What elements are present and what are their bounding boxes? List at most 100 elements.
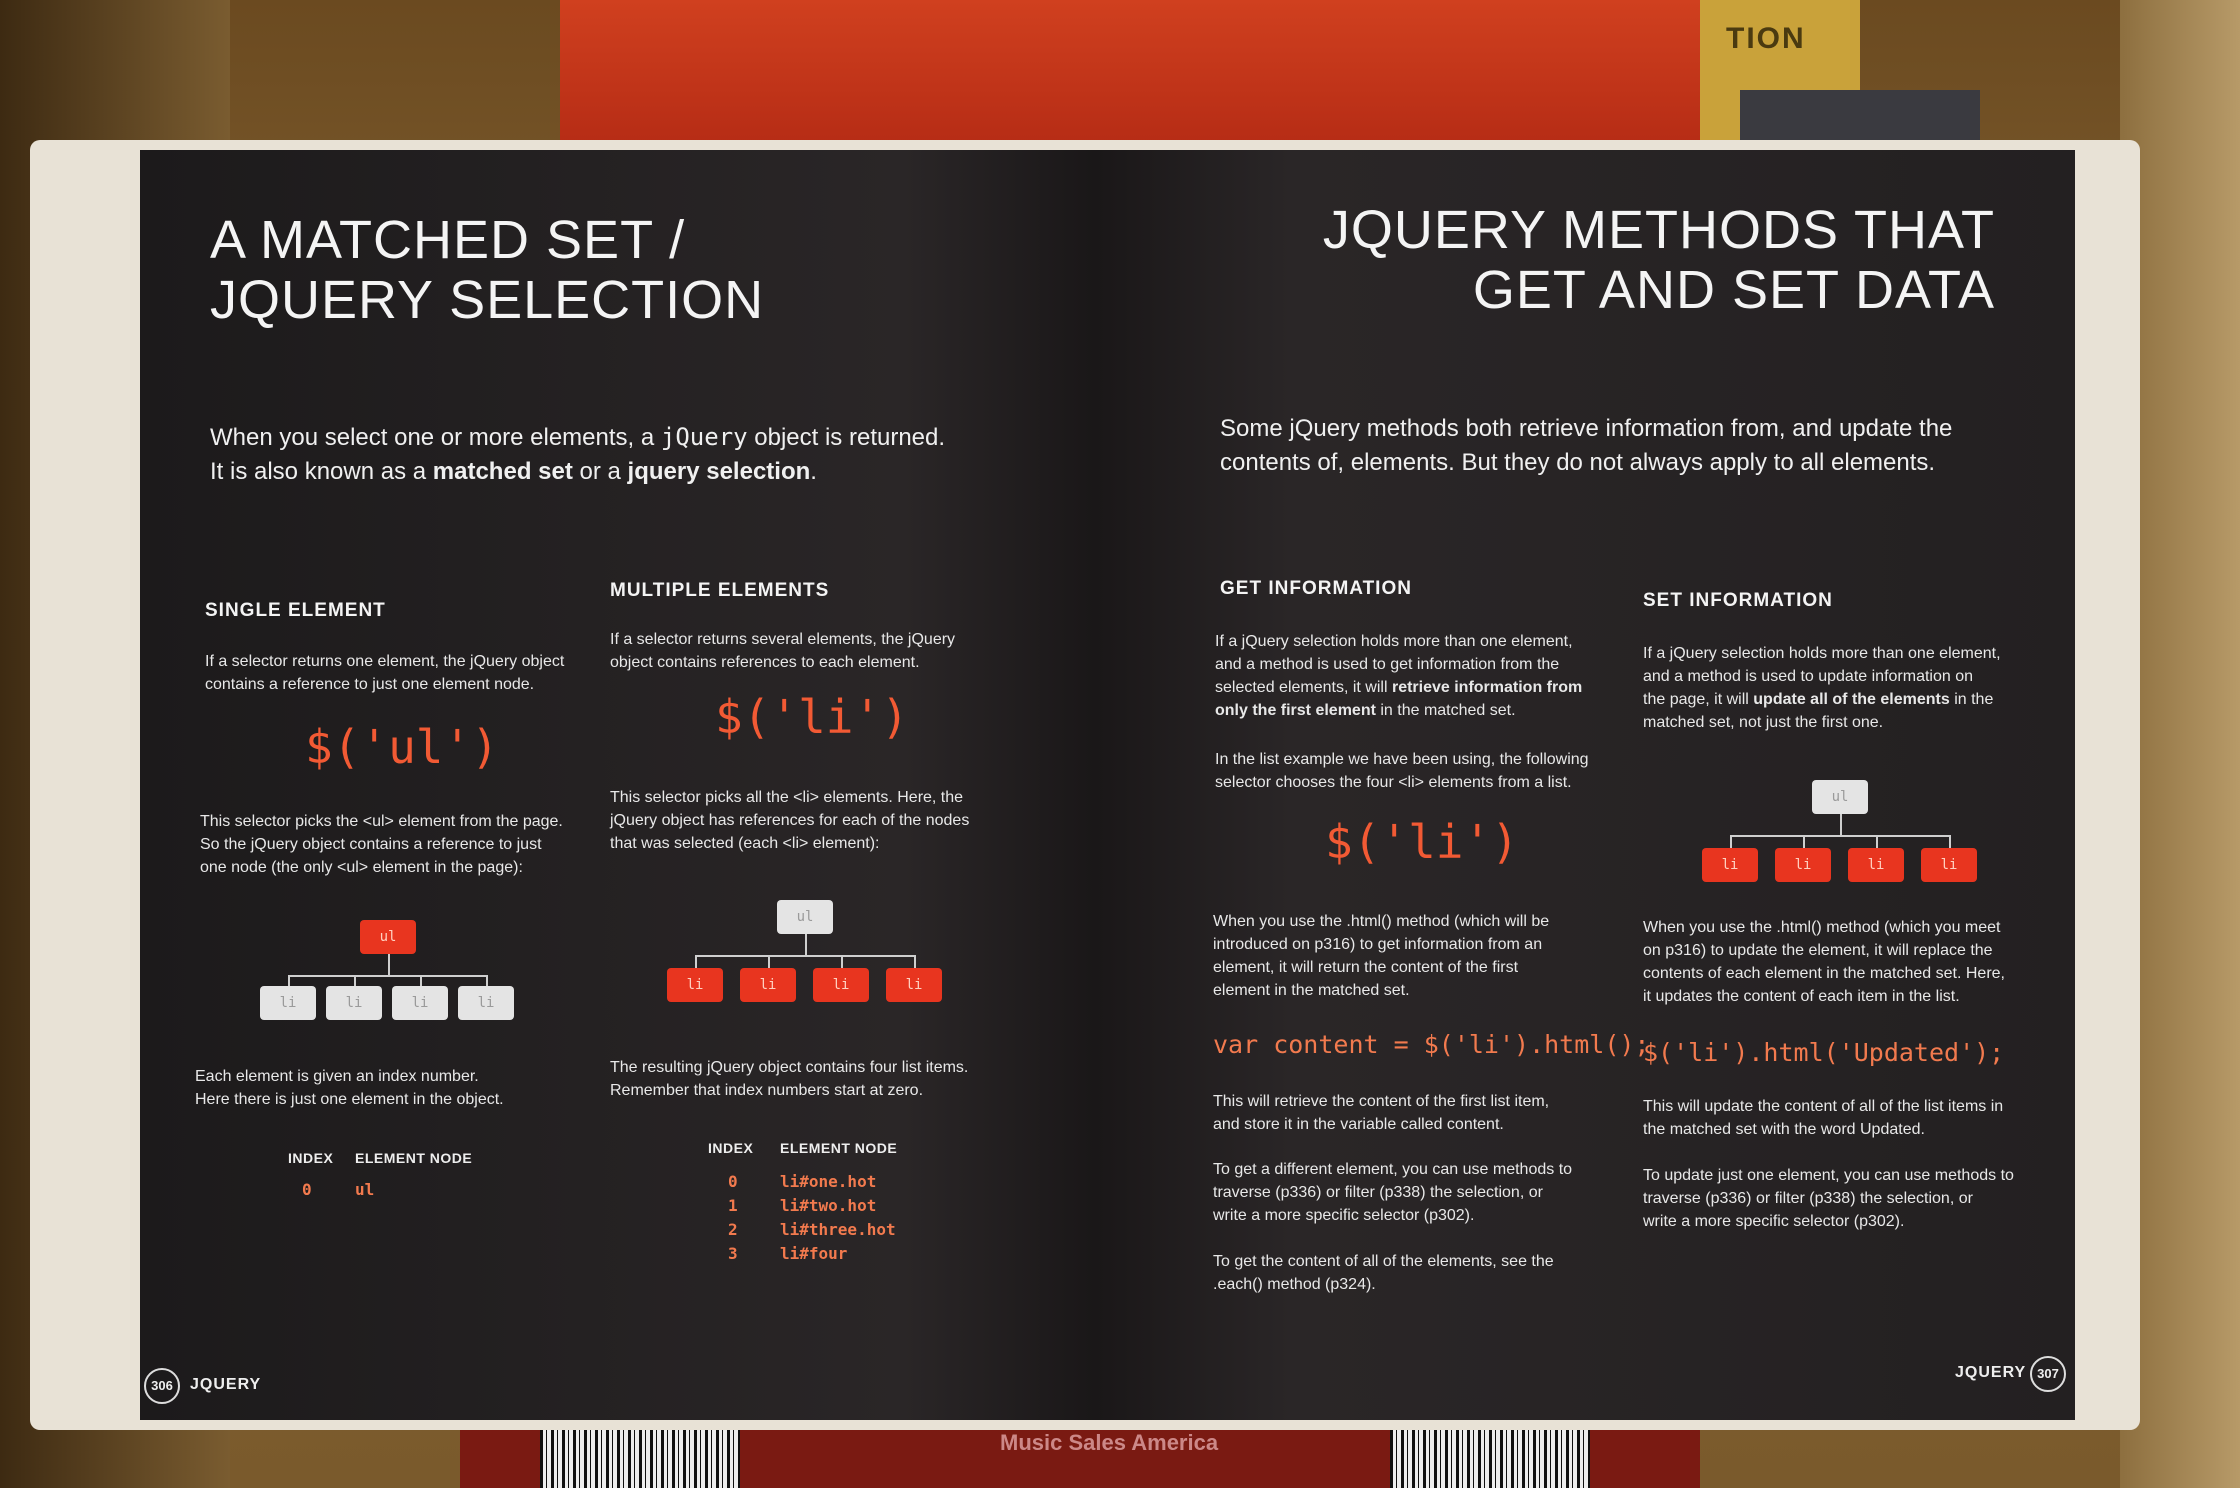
page-number: 306 xyxy=(144,1368,180,1404)
paragraph-line: If a jQuery selection holds more than on… xyxy=(1643,645,2001,662)
get-information-paragraph-1: If a jQuery selection holds more than on… xyxy=(1215,630,1615,722)
get-information-paragraph-6: To get the content of all of the element… xyxy=(1213,1250,1633,1296)
index-value: 0 xyxy=(302,1180,312,1199)
tree-node-ul: ul xyxy=(1812,780,1868,814)
element-node-value: li#two.hot xyxy=(780,1196,877,1215)
tree-node-li: li xyxy=(326,986,382,1020)
get-selector: $('li') xyxy=(1325,815,1519,869)
multiple-elements-note: The resulting jQuery object contains fou… xyxy=(610,1056,1060,1102)
barcode-icon xyxy=(540,1424,740,1488)
running-head: JQUERY xyxy=(190,1376,262,1393)
index-value: 2 xyxy=(728,1220,738,1239)
tree-connector xyxy=(914,955,916,969)
intro-line: It is also known as a matched set or a j… xyxy=(210,455,1090,489)
single-element-note: Each element is given an index number. H… xyxy=(195,1065,625,1111)
paragraph-line: contents of each element in the matched … xyxy=(1643,965,2005,982)
right-page: JQUERY METHODS THAT GET AND SET DATA Som… xyxy=(1095,150,2075,1420)
element-node-value: li#three.hot xyxy=(780,1220,896,1239)
intro-line: When you select one or more elements, a … xyxy=(210,420,1090,455)
paragraph-line: This selector picks all the <li> element… xyxy=(610,789,964,806)
paragraph-line: element in the matched set. xyxy=(1213,982,1410,999)
paragraph-line: To get a different element, you can use … xyxy=(1213,1161,1573,1178)
tree-node-li: li xyxy=(458,986,514,1020)
index-column-header: INDEX xyxy=(288,1150,334,1166)
intro-code: jQuery xyxy=(660,423,748,451)
paragraph-line: one node (the only <ul> element in the p… xyxy=(200,859,523,876)
paragraph-line: contains a reference to just one element… xyxy=(205,676,535,693)
tree-node-li-selected: li xyxy=(667,968,723,1002)
paragraph-line: This will update the content of all of t… xyxy=(1643,1098,2004,1115)
element-node-value: ul xyxy=(355,1180,375,1199)
bold-text: update all of the elements xyxy=(1753,691,1950,708)
get-information-paragraph-2: In the list example we have been using, … xyxy=(1215,748,1635,794)
multiple-selector: $('li') xyxy=(715,690,909,744)
paragraph-line: on p316) to update the element, it will … xyxy=(1643,942,1993,959)
paragraph-line: Each element is given an index number. xyxy=(195,1068,479,1085)
paragraph-line: introduced on p316) to get information f… xyxy=(1213,936,1543,953)
left-page: A MATCHED SET / JQUERY SELECTION When yo… xyxy=(140,150,1095,1420)
multiple-elements-explanation: This selector picks all the <li> element… xyxy=(610,786,1050,855)
text: in the matched set. xyxy=(1375,702,1516,719)
intro-bold: matched set xyxy=(432,458,573,485)
text: selected elements, it will xyxy=(1215,679,1392,696)
tree-connector xyxy=(1730,835,1732,849)
title-line: A MATCHED SET / xyxy=(210,210,686,270)
intro-line: contents of, elements. But they do not a… xyxy=(1220,449,1936,476)
paragraph-line: the page, it will update all of the elem… xyxy=(1643,688,2043,711)
paragraph-line: Here there is just one element in the ob… xyxy=(195,1091,504,1108)
index-column-header: INDEX xyxy=(708,1140,754,1156)
left-page-title: A MATCHED SET / JQUERY SELECTION xyxy=(210,210,764,330)
tree-connector xyxy=(1949,835,1951,849)
paragraph-line: only the first element in the matched se… xyxy=(1215,699,1615,722)
paragraph-line: If a selector returns several elements, … xyxy=(610,631,956,648)
set-information-paragraph-1: If a jQuery selection holds more than on… xyxy=(1643,642,2043,734)
get-information-paragraph-4: This will retrieve the content of the fi… xyxy=(1213,1090,1633,1136)
title-line: GET AND SET DATA xyxy=(1472,260,1995,320)
paragraph-line: and a method is used to get information … xyxy=(1215,656,1560,673)
paragraph-line: So the jQuery object contains a referenc… xyxy=(200,836,542,853)
paragraph-line: This selector picks the <ul> element fro… xyxy=(200,813,563,830)
running-head: JQUERY xyxy=(1955,1364,2027,1381)
paragraph-line: If a selector returns one element, the j… xyxy=(205,653,565,670)
right-intro: Some jQuery methods both retrieve inform… xyxy=(1220,412,2040,480)
paragraph-line: selector chooses the four <li> elements … xyxy=(1215,774,1572,791)
paragraph-line: To get the content of all of the element… xyxy=(1213,1253,1554,1270)
barcode-icon xyxy=(1390,1424,1590,1488)
tree-connector xyxy=(805,934,807,956)
paragraph-line: element, it will return the content of t… xyxy=(1213,959,1519,976)
element-node-value: li#one.hot xyxy=(780,1172,877,1191)
paragraph-line: write a more specific selector (p302). xyxy=(1643,1213,1905,1230)
tree-node-li-selected: li xyxy=(740,968,796,1002)
paragraph-line: that was selected (each <li> element): xyxy=(610,835,880,852)
multiple-elements-heading: MULTIPLE ELEMENTS xyxy=(610,580,830,601)
paragraph-line: When you use the .html() method (which y… xyxy=(1643,919,2001,936)
set-code-example: $('li').html('Updated'); xyxy=(1643,1038,2005,1067)
get-information-heading: GET INFORMATION xyxy=(1220,578,1412,599)
single-element-description: If a selector returns one element, the j… xyxy=(205,650,625,696)
single-element-explanation: This selector picks the <ul> element fro… xyxy=(200,810,630,879)
paragraph-line: matched set, not just the first one. xyxy=(1643,714,1884,731)
tree-node-li: li xyxy=(260,986,316,1020)
set-information-heading: SET INFORMATION xyxy=(1643,590,1833,611)
paragraph-line: write a more specific selector (p302). xyxy=(1213,1207,1475,1224)
tree-connector xyxy=(841,955,843,969)
paragraph-line: To update just one element, you can use … xyxy=(1643,1167,2014,1184)
paragraph-line: and a method is used to update informati… xyxy=(1643,668,1973,685)
text: in the xyxy=(1949,691,1994,708)
get-information-paragraph-5: To get a different element, you can use … xyxy=(1213,1158,1633,1227)
get-code-example: var content = $('li').html(); xyxy=(1213,1030,1650,1059)
element-node-column-header: ELEMENT NODE xyxy=(355,1150,473,1166)
tree-node-li-selected: li xyxy=(1702,848,1758,882)
multiple-elements-description: If a selector returns several elements, … xyxy=(610,628,1040,674)
paragraph-line: the matched set with the word Updated. xyxy=(1643,1121,1925,1138)
paragraph-line: traverse (p336) or filter (p338) the sel… xyxy=(1213,1184,1543,1201)
set-information-paragraph-4: To update just one element, you can use … xyxy=(1643,1164,2063,1233)
paragraph-line: This will retrieve the content of the fi… xyxy=(1213,1093,1550,1110)
paragraph-line: .each() method (p324). xyxy=(1213,1276,1376,1293)
set-information-paragraph-2: When you use the .html() method (which y… xyxy=(1643,916,2063,1008)
tree-connector xyxy=(768,955,770,969)
tree-connector xyxy=(695,955,697,969)
intro-line: Some jQuery methods both retrieve inform… xyxy=(1220,415,1953,442)
title-line: JQUERY SELECTION xyxy=(210,270,765,330)
paragraph-line: The resulting jQuery object contains fou… xyxy=(610,1059,969,1076)
